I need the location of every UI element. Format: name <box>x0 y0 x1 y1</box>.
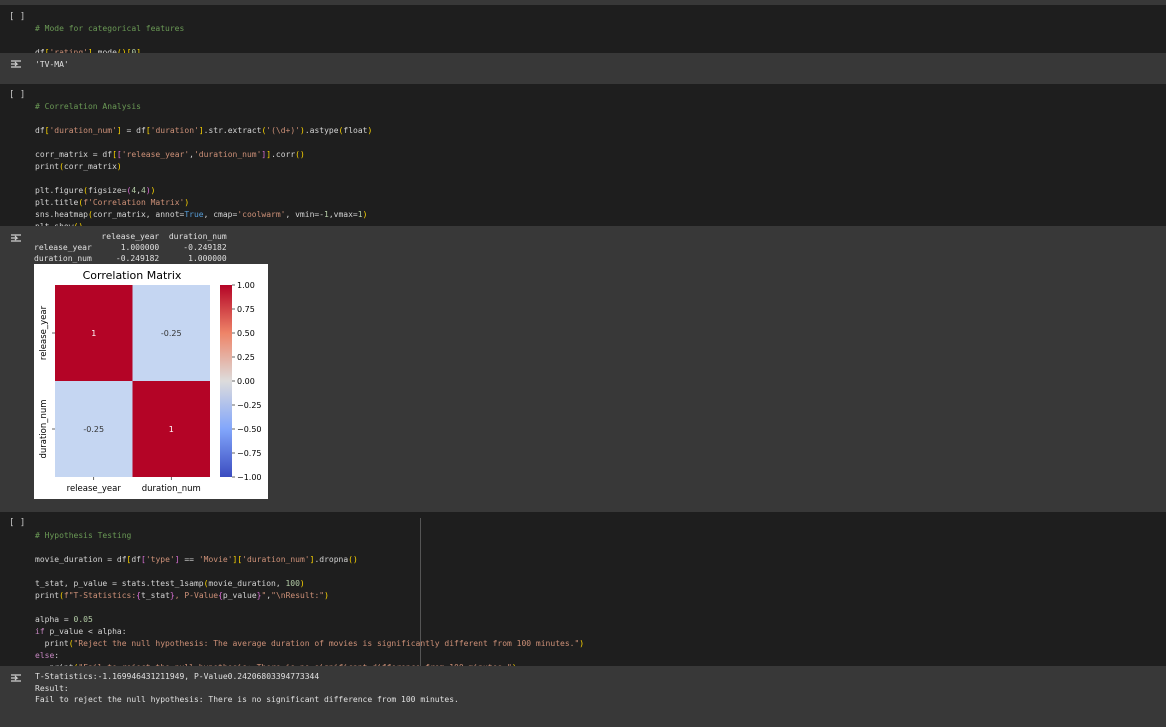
colorbar <box>220 285 232 477</box>
output-area-1: 'TV-MA' <box>0 53 1166 77</box>
code-cell-1[interactable]: [ ] # Mode for categorical features df['… <box>0 5 1166 57</box>
ttest-output-line: Fail to reject the null hypothesis: Ther… <box>35 695 459 704</box>
colorbar-tick-label: 0.00 <box>237 377 255 386</box>
code-line: plt.figure(figsize=(4,4)) <box>35 186 156 195</box>
code-line: # Correlation Analysis <box>35 102 141 111</box>
run-cell-2-button[interactable]: [ ] <box>9 90 25 100</box>
ttest-output-line: T-Statistics:-1.169946431211949, P-Value… <box>35 672 320 681</box>
colorbar-tick-label: 0.50 <box>237 329 255 338</box>
code-line: print(corr_matrix) <box>35 162 122 171</box>
run-cell-1-button[interactable]: [ ] <box>9 12 25 22</box>
output-toggle-icon[interactable] <box>10 232 22 244</box>
colorbar-tick-label: 1.00 <box>237 281 255 290</box>
code-line: print(f"T-Statistics:{t_stat}, P-Value{p… <box>35 591 329 600</box>
heatmap-annotation: -0.25 <box>83 425 104 434</box>
corr-output-line: duration_num -0.249182 1.000000 <box>34 254 227 263</box>
heatmap-figure: Correlation Matrix 1 -0.25 -0.25 1 release_… <box>34 264 268 499</box>
colorbar-tick-label: −0.75 <box>237 449 262 458</box>
y-tick-label: duration_num <box>39 399 49 458</box>
heatmap-chart: Correlation Matrix 1 -0.25 -0.25 1 release_… <box>39 269 262 494</box>
colorbar-tick-label: −0.50 <box>237 425 262 434</box>
output-toggle-icon[interactable] <box>10 672 22 684</box>
code-cell-3[interactable]: [ ] # Hypothesis Testing movie_duration … <box>0 512 1166 672</box>
output-area-3: T-Statistics:-1.169946431211949, P-Value… <box>0 666 1166 727</box>
code-line: # Hypothesis Testing <box>35 531 132 540</box>
code-line: # Mode for categorical features <box>35 24 185 33</box>
code-line: else: <box>35 651 60 660</box>
x-tick-label: duration_num <box>142 484 201 494</box>
code-line: sns.heatmap(corr_matrix, annot=True, cma… <box>35 210 368 219</box>
chart-title: Correlation Matrix <box>83 269 182 282</box>
code-cell-2[interactable]: [ ] # Correlation Analysis df['duration_… <box>0 84 1166 231</box>
colorbar-tick-label: 0.25 <box>237 353 255 362</box>
x-tick-label: release_year <box>67 484 122 494</box>
run-cell-3-button[interactable]: [ ] <box>9 518 25 528</box>
colorbar-tick-label: 0.75 <box>237 305 255 314</box>
code-editor-3[interactable]: # Hypothesis Testing movie_duration = df… <box>35 518 584 674</box>
code-line: alpha = 0.05 <box>35 615 93 624</box>
corr-output-line: release_year duration_num <box>34 232 227 241</box>
heatmap-annotation: -0.25 <box>161 329 182 338</box>
ttest-output-line: Result: <box>35 683 69 693</box>
code-line: plt.title(f'Correlation Matrix') <box>35 198 190 207</box>
editor-ruler <box>420 518 421 666</box>
code-editor-1[interactable]: # Mode for categorical features df['rati… <box>35 11 184 59</box>
colorbar-tick-label: −1.00 <box>237 473 262 482</box>
code-line: print("Reject the null hypothesis: The a… <box>35 639 585 648</box>
colorbar-tick-label: −0.25 <box>237 401 262 410</box>
corr-output-line: release_year 1.000000 -0.249182 <box>34 243 227 252</box>
output-text: 'TV-MA' <box>35 60 69 69</box>
y-tick-label: release_year <box>39 305 49 360</box>
output-toggle-icon[interactable] <box>10 58 22 70</box>
code-editor-2[interactable]: # Correlation Analysis df['duration_num'… <box>35 89 372 233</box>
code-line: movie_duration = df[df['type'] == 'Movie… <box>35 555 358 564</box>
code-line: if p_value < alpha: <box>35 627 127 636</box>
heatmap-annotation: 1 <box>91 329 96 338</box>
heatmap-annotation: 1 <box>169 425 174 434</box>
code-line: corr_matrix = df[['release_year','durati… <box>35 150 305 159</box>
code-line: df['duration_num'] = df['duration'].str.… <box>35 126 373 135</box>
code-line: t_stat, p_value = stats.ttest_1samp(movi… <box>35 579 305 588</box>
